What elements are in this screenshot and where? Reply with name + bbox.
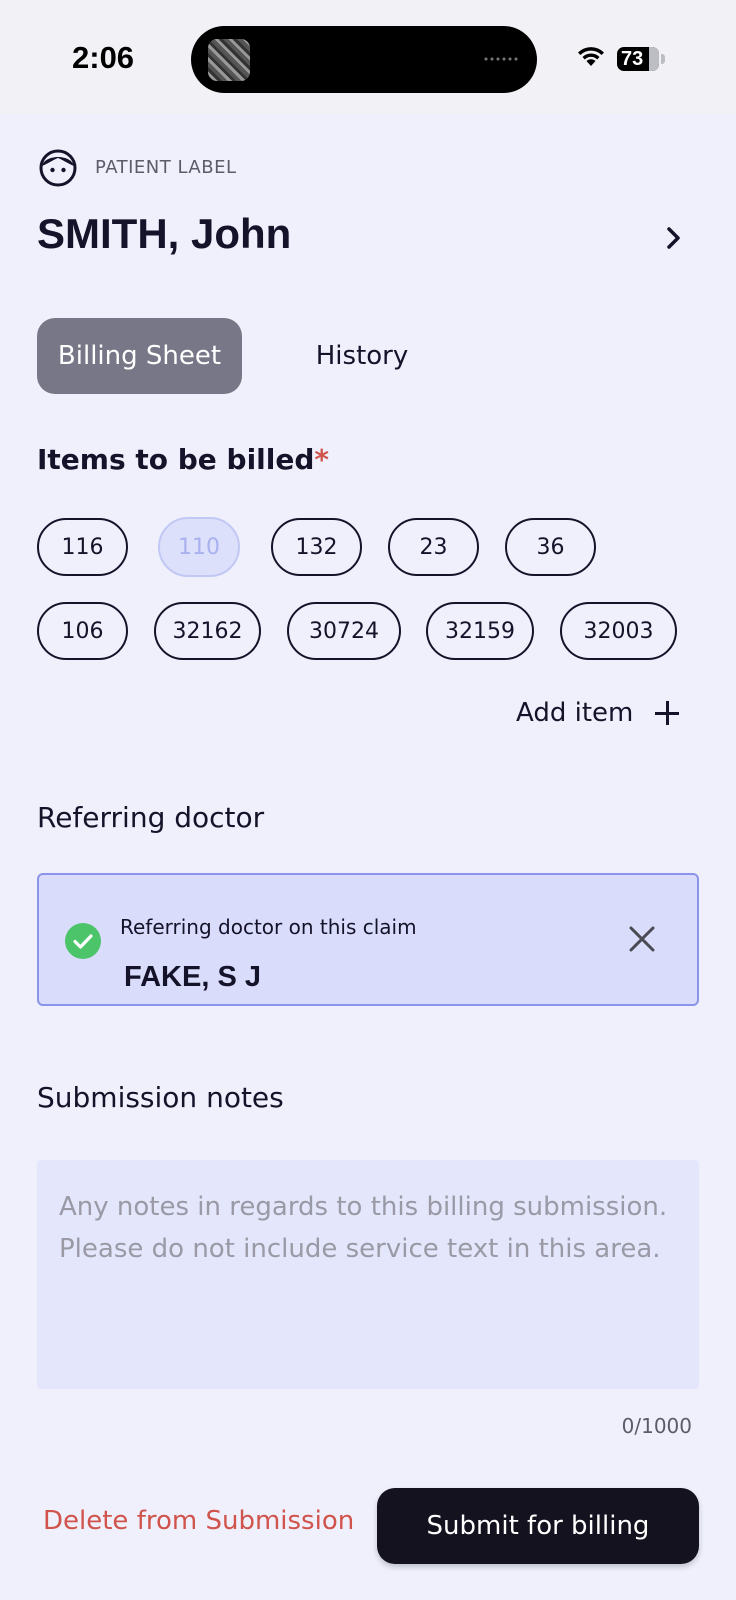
notes-character-counter: 0/1000	[621, 1414, 692, 1438]
item-chip-110[interactable]: 110	[158, 517, 240, 577]
referring-doctor-name: FAKE, S J	[124, 961, 261, 993]
item-chip-32159[interactable]: 32159	[426, 602, 534, 660]
patient-name[interactable]: SMITH, John	[37, 210, 291, 258]
patient-label: PATIENT LABEL	[95, 157, 237, 178]
item-chip-36[interactable]: 36	[505, 518, 596, 576]
referring-doctor-card[interactable]: Referring doctor on this claim FAKE, S J	[37, 873, 699, 1006]
referring-doctor-caption: Referring doctor on this claim	[120, 915, 417, 939]
item-chip-106[interactable]: 106	[37, 602, 128, 660]
dynamic-island	[191, 26, 537, 93]
submit-for-billing-button[interactable]: Submit for billing	[377, 1488, 699, 1564]
status-bar: 2:06 73	[0, 0, 736, 114]
close-icon[interactable]	[628, 925, 656, 953]
check-circle-icon	[65, 923, 101, 959]
delete-from-submission-button[interactable]: Delete from Submission	[43, 1506, 354, 1536]
item-chip-116[interactable]: 116	[37, 518, 128, 576]
status-time: 2:06	[72, 40, 135, 75]
add-item-label: Add item	[516, 698, 634, 728]
item-chip-132[interactable]: 132	[271, 518, 362, 576]
battery-icon: 73	[617, 47, 659, 71]
submission-notes-title: Submission notes	[37, 1081, 284, 1114]
item-chip-23[interactable]: 23	[388, 518, 479, 576]
referring-doctor-title: Referring doctor	[37, 801, 265, 834]
battery-nub	[661, 54, 665, 64]
add-item-button[interactable]: Add item	[516, 698, 680, 728]
item-chip-32162[interactable]: 32162	[154, 602, 261, 660]
items-section-title: Items to be billed*	[37, 443, 329, 476]
item-chip-30724[interactable]: 30724	[287, 602, 401, 660]
tab-history[interactable]: History	[306, 318, 418, 394]
patient-face-icon	[39, 149, 77, 187]
item-chip-32003[interactable]: 32003	[560, 602, 677, 660]
audio-wave-icon	[483, 56, 519, 62]
now-playing-artwork	[208, 39, 250, 81]
items-title-text: Items to be billed	[37, 443, 315, 476]
chevron-right-icon[interactable]	[666, 226, 682, 250]
plus-icon	[655, 701, 680, 725]
wifi-icon	[578, 47, 604, 66]
required-marker: *	[314, 443, 330, 476]
battery-level: 73	[621, 48, 644, 70]
submission-notes-input[interactable]	[37, 1160, 699, 1389]
tab-billing-sheet[interactable]: Billing Sheet	[37, 318, 242, 394]
